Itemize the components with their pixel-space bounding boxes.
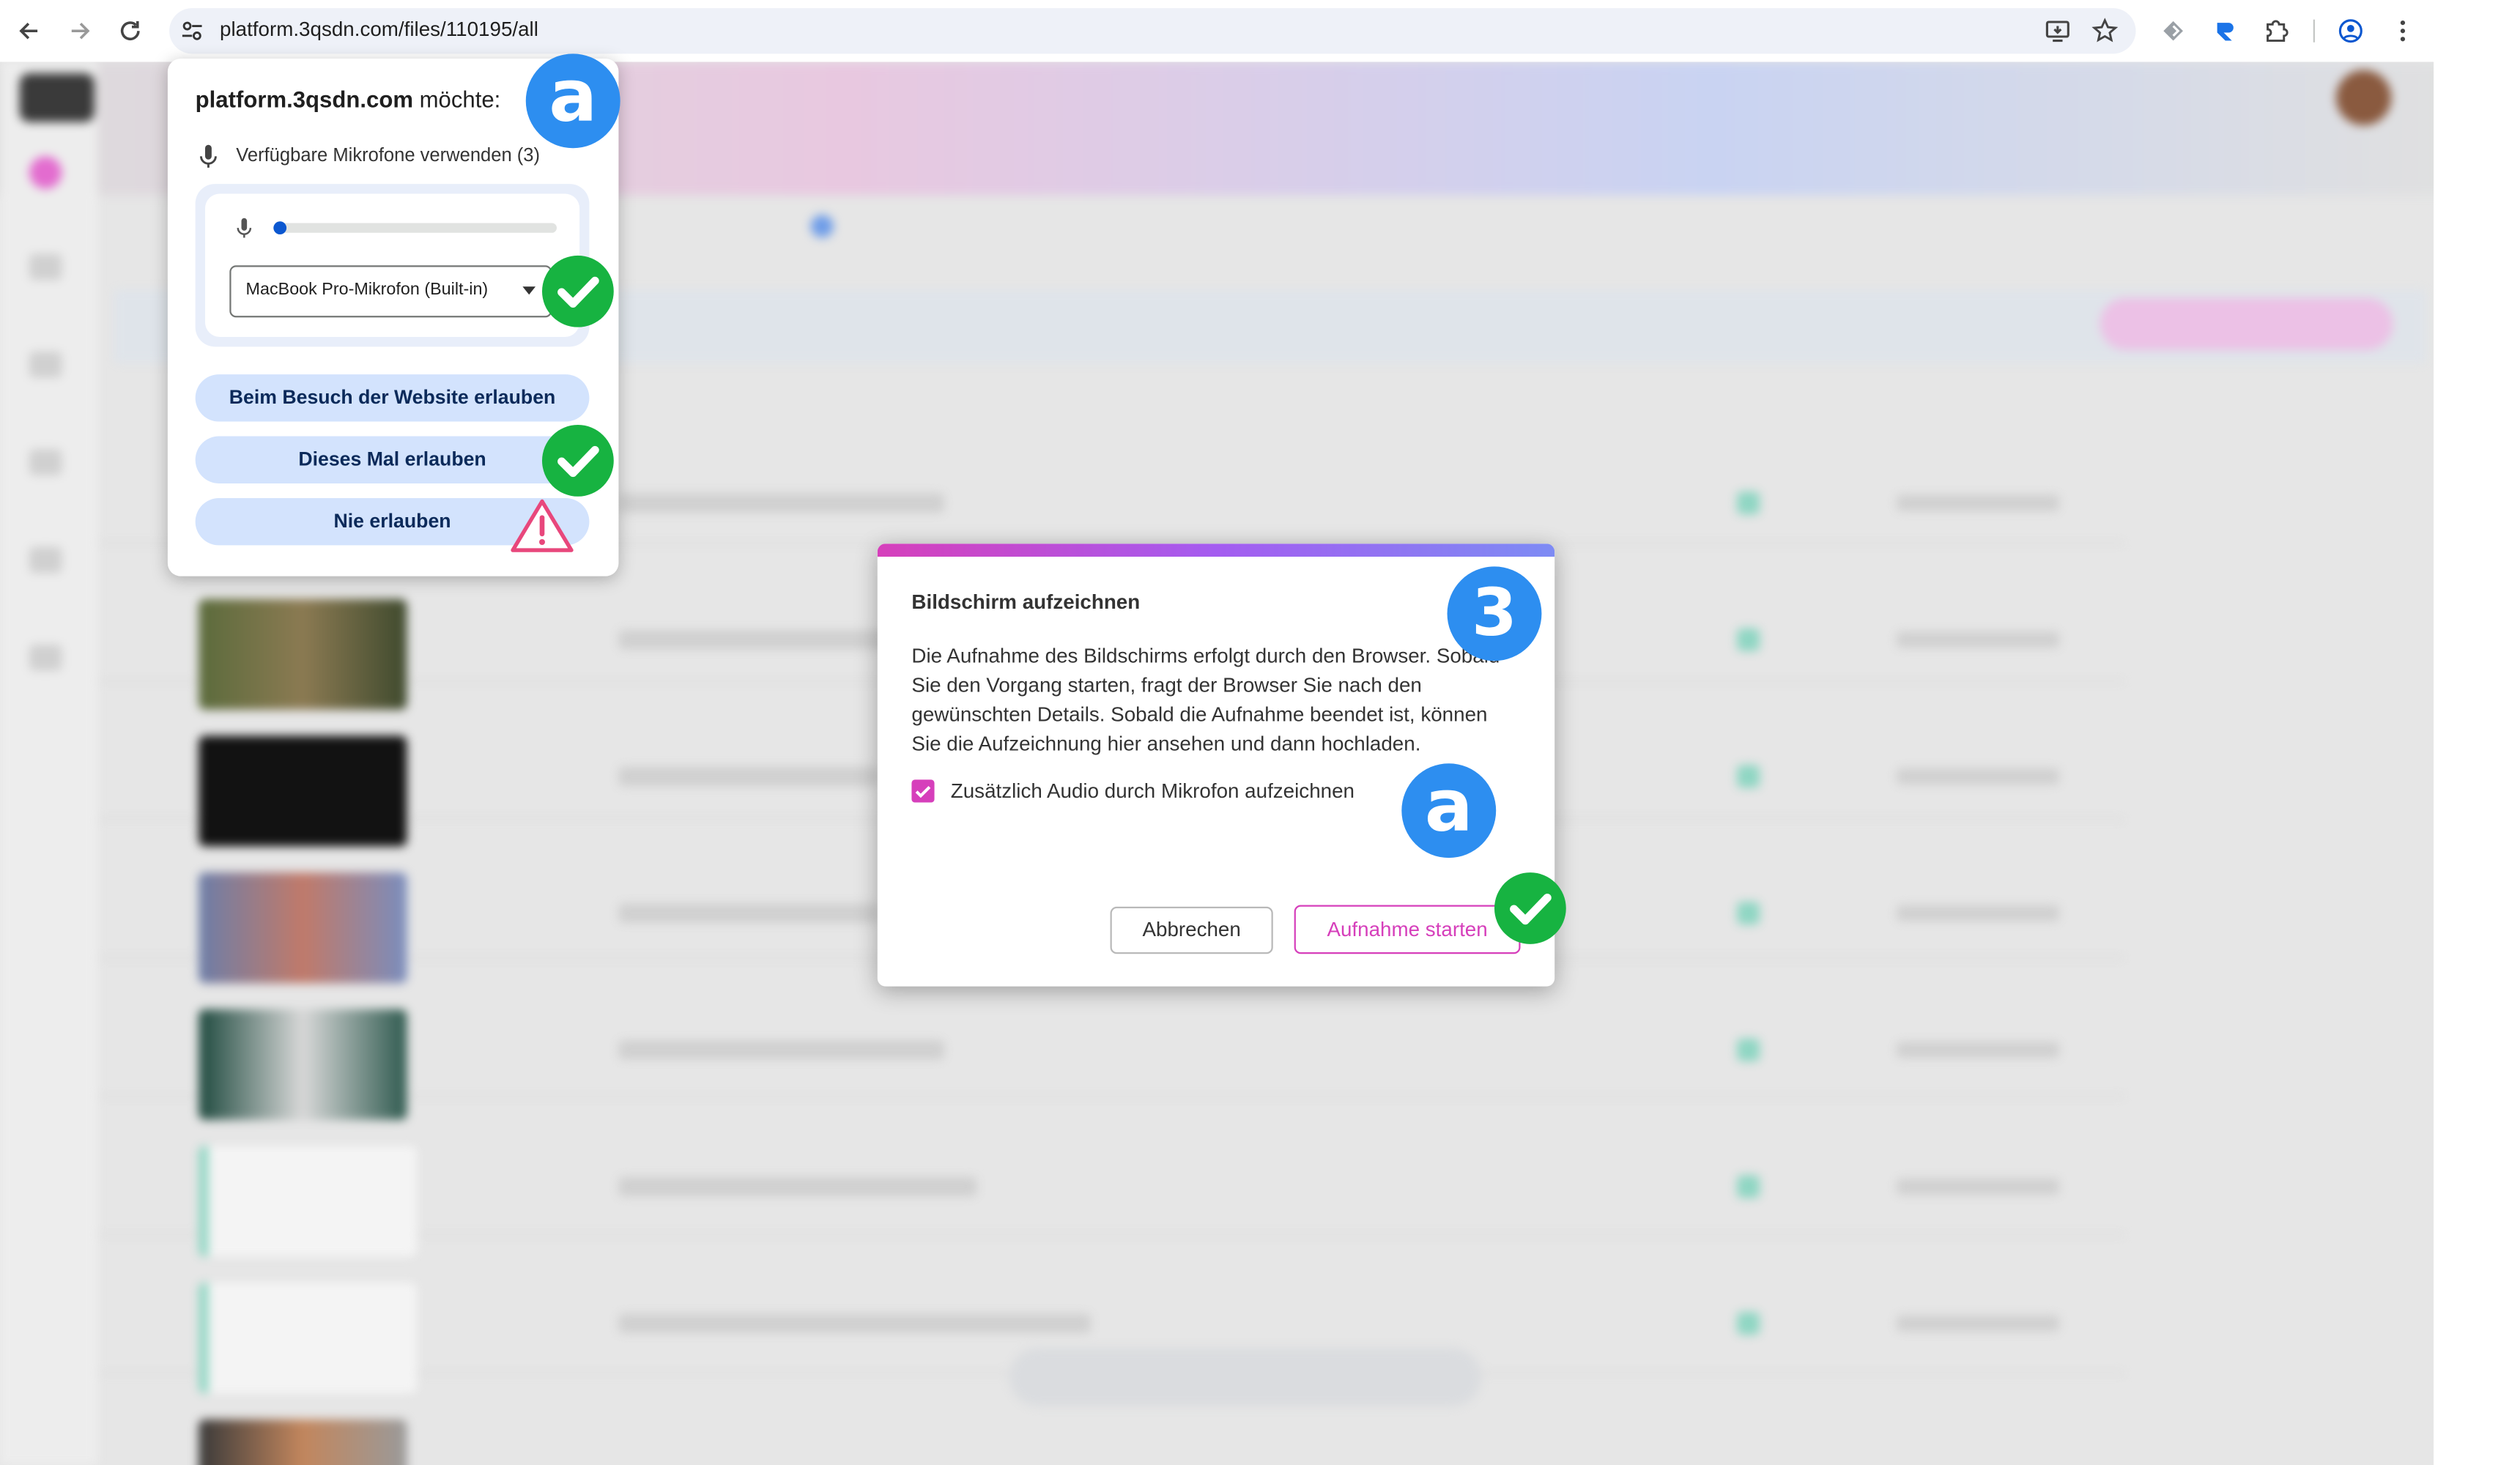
forward-arrow-icon[interactable] — [67, 18, 93, 44]
permission-verb: möchte: — [419, 86, 501, 113]
extension-diamond-icon[interactable] — [2160, 18, 2187, 44]
mic-level-icon — [234, 217, 254, 240]
mic-level-meter — [273, 221, 557, 234]
allow-this-time-button[interactable]: Dieses Mal erlauben — [195, 436, 590, 483]
browser-menu-icon[interactable] — [2390, 18, 2416, 44]
reload-icon[interactable] — [117, 18, 144, 44]
green-check-icon — [1494, 872, 1566, 944]
dropdown-arrow-icon — [522, 286, 536, 296]
start-recording-button[interactable]: Aufnahme starten — [1294, 905, 1521, 954]
permission-title: platform.3qsdn.com möchte: — [196, 86, 501, 113]
profile-icon[interactable] — [2338, 18, 2364, 44]
dialog-accent-strip — [877, 544, 1555, 557]
dialog-title: Bildschirm aufzeichnen — [911, 590, 1141, 614]
toolbar-divider — [2313, 19, 2315, 42]
annotation-badge-a-dialog: a — [1401, 763, 1497, 858]
mic-device-select[interactable]: MacBook Pro-Mikrofon (Built-in) — [229, 265, 552, 318]
microphone-icon — [197, 144, 220, 170]
audio-checkbox-label[interactable]: Zusätzlich Audio durch Mikrofon aufzeich… — [951, 779, 1354, 802]
mic-device-value: MacBook Pro-Mikrofon (Built-in) — [245, 280, 489, 300]
url-text[interactable]: platform.3qsdn.com/files/110195/all — [220, 18, 538, 40]
annotation-badge-3: 3 — [1447, 566, 1542, 661]
warning-triangle-icon — [510, 498, 575, 554]
permission-mic-line: Verfügbare Mikrofone verwenden (3) — [236, 146, 541, 166]
mic-settings-panel: MacBook Pro-Mikrofon (Built-in) — [195, 184, 590, 347]
back-arrow-icon[interactable] — [16, 18, 42, 44]
install-app-icon[interactable] — [2045, 18, 2071, 44]
bookmark-star-icon[interactable] — [2091, 18, 2119, 44]
green-check-icon — [541, 255, 614, 327]
green-check-icon — [541, 424, 614, 497]
site-settings-icon[interactable] — [179, 18, 205, 44]
cancel-button[interactable]: Abbrechen — [1110, 906, 1273, 954]
extensions-puzzle-icon[interactable] — [2263, 18, 2289, 44]
annotation-badge-a: a — [525, 53, 620, 149]
audio-checkbox[interactable] — [911, 779, 935, 803]
browser-toolbar: platform.3qsdn.com/files/110195/all — [0, 0, 2434, 62]
extension-blue-icon[interactable] — [2212, 18, 2239, 44]
dialog-body: Die Aufnahme des Bildschirms erfolgt dur… — [911, 644, 1500, 756]
permission-site: platform.3qsdn.com — [195, 86, 413, 113]
allow-on-visit-button[interactable]: Beim Besuch der Website erlauben — [195, 374, 590, 422]
